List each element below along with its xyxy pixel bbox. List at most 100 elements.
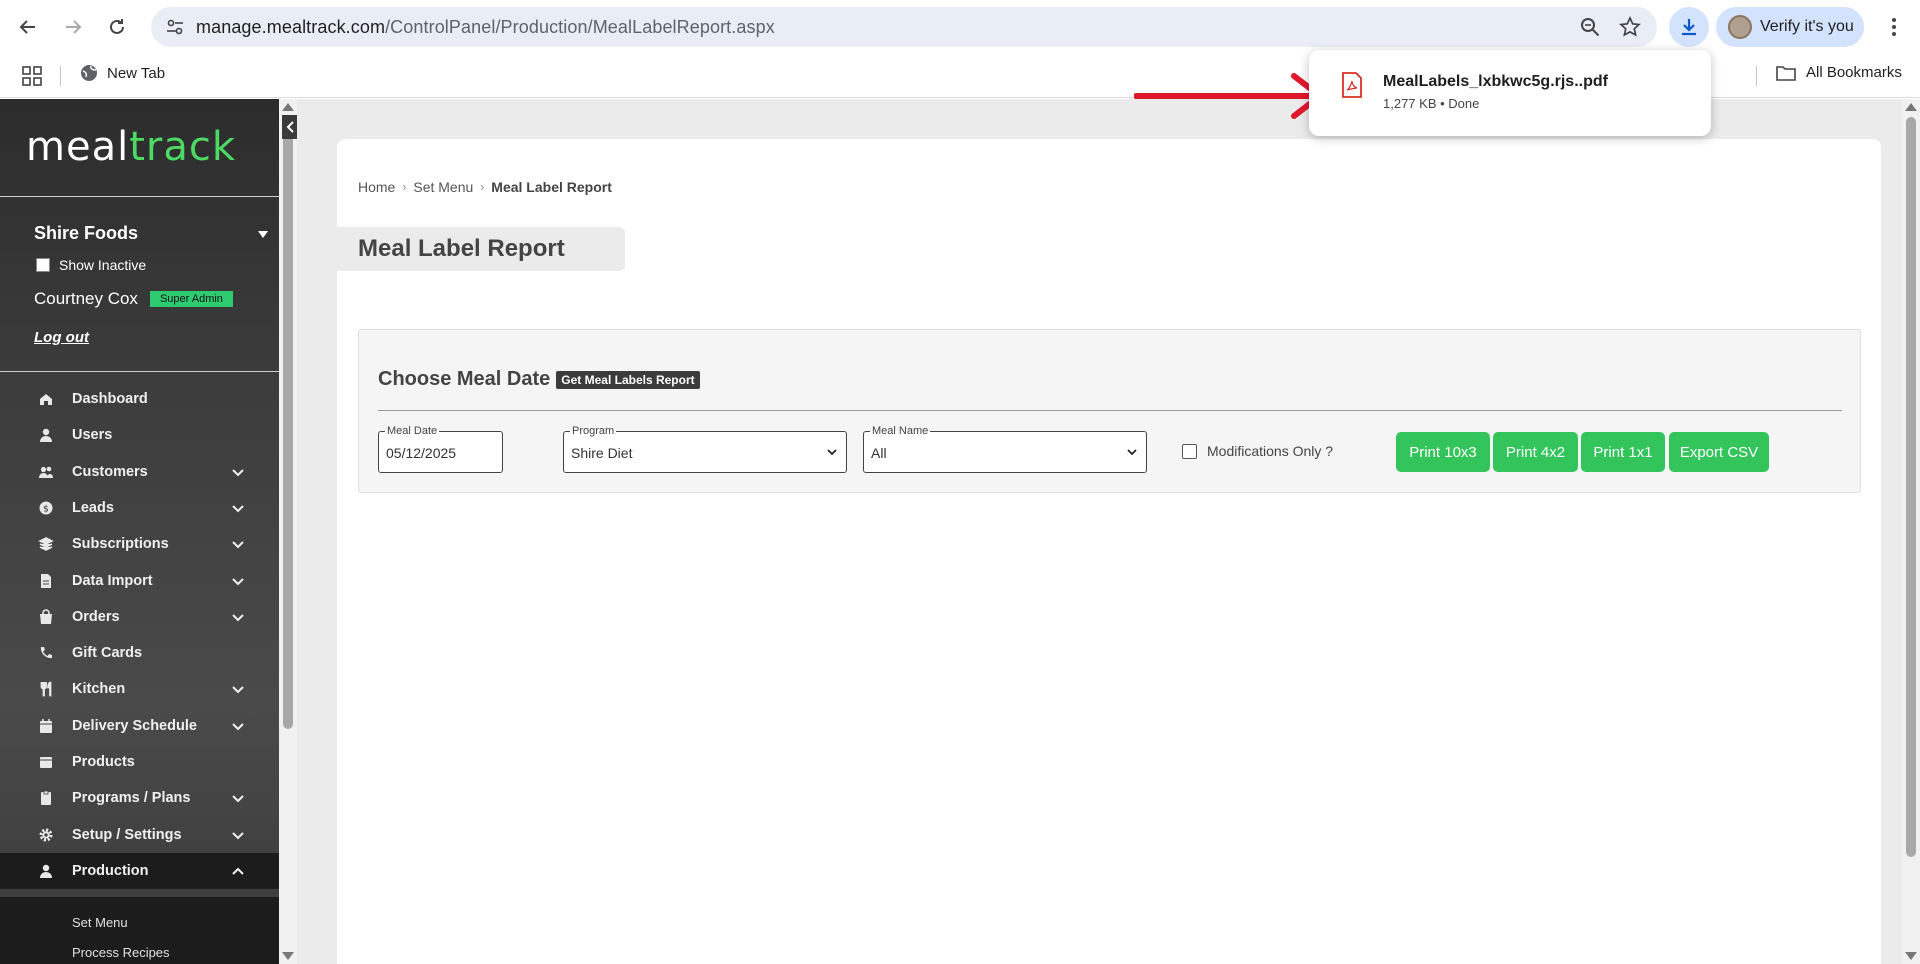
address-bar[interactable]: manage.mealtrack.com/ControlPanel/Produc… [151, 7, 1657, 47]
all-bookmarks-button[interactable]: All Bookmarks [1776, 64, 1902, 81]
scroll-up-icon[interactable] [1905, 103, 1917, 111]
panel-header: Choose Meal Date Get Meal Labels Report [378, 368, 700, 391]
chevron-down-icon[interactable] [231, 682, 245, 696]
sidebar-item-kitchen[interactable]: Kitchen [0, 671, 279, 707]
sidebar-item-label: Subscriptions [72, 536, 169, 553]
program-value: Shire Diet [571, 445, 633, 461]
program-select[interactable]: Program Shire Diet [563, 425, 847, 473]
downloads-button[interactable] [1669, 7, 1709, 47]
sidebar-divider [0, 196, 279, 197]
profile-label: Verify it's you [1760, 18, 1854, 35]
browser-toolbar: manage.mealtrack.com/ControlPanel/Produc… [0, 0, 1920, 54]
browser-menu-button[interactable] [1880, 13, 1908, 41]
svg-text:$: $ [43, 504, 49, 514]
modifications-only-toggle[interactable]: Modifications Only ? [1182, 443, 1333, 459]
calendar-icon [40, 718, 52, 733]
box-icon [40, 757, 52, 768]
modifications-only-label: Modifications Only ? [1207, 443, 1334, 459]
chevron-down-icon[interactable] [231, 537, 245, 551]
site-info-icon[interactable] [165, 17, 185, 37]
panel-divider [378, 410, 1842, 411]
meal-date-input[interactable]: Meal Date 05/12/2025 [378, 425, 503, 473]
meal-date-value: 05/12/2025 [386, 445, 457, 461]
chevron-down-icon[interactable] [231, 610, 245, 624]
print-1x1-button[interactable]: Print 1x1 [1581, 432, 1665, 472]
logout-link[interactable]: Log out [34, 329, 89, 346]
program-label: Program [570, 425, 617, 437]
organization-selector[interactable]: Shire Foods [34, 223, 138, 244]
show-inactive-checkbox[interactable] [36, 258, 50, 272]
avatar [1728, 15, 1752, 39]
apps-grid-icon[interactable] [20, 64, 44, 88]
home-icon [40, 394, 52, 405]
chevron-down-icon[interactable] [231, 574, 245, 588]
sidebar-item-programs-plans[interactable]: Programs / Plans [0, 780, 279, 816]
print-4x2-button[interactable]: Print 4x2 [1493, 432, 1578, 472]
bookmark-star-icon[interactable] [1619, 16, 1641, 38]
chevron-down-icon[interactable] [231, 465, 245, 479]
meal-name-select[interactable]: Meal Name All [863, 425, 1147, 473]
submenu-item-process-recipes[interactable]: Process Recipes [72, 945, 170, 960]
scroll-up-icon[interactable] [282, 103, 294, 111]
page-scrollbar[interactable] [1902, 99, 1920, 964]
scroll-down-icon[interactable] [282, 952, 294, 960]
sidebar-item-users[interactable]: Users [0, 417, 279, 453]
sidebar-item-data-import[interactable]: Data Import [0, 563, 279, 599]
chevron-down-icon[interactable] [231, 791, 245, 805]
back-button[interactable] [14, 13, 42, 41]
profile-button[interactable]: Verify it's you [1716, 7, 1864, 47]
sidebar-scroll-thumb[interactable] [283, 129, 293, 729]
reload-icon [110, 19, 124, 34]
reload-button[interactable] [103, 13, 131, 41]
current-user: Courtney Cox Super Admin [34, 289, 233, 309]
sidebar-item-label: Programs / Plans [72, 790, 191, 807]
globe-icon [81, 65, 97, 81]
gear-icon [39, 828, 53, 842]
chevron-down-icon[interactable] [231, 501, 245, 515]
bookmark-new-tab[interactable]: New Tab [80, 64, 165, 82]
sidebar-item-label: Setup / Settings [72, 826, 182, 843]
download-bubble: MealLabels_lxbkwc5g.rjs..pdf 1,277 KB • … [1309, 50, 1711, 136]
download-status: 1,277 KB • Done [1383, 96, 1480, 111]
sidebar-item-label: Users [72, 427, 113, 444]
page-title-box: Meal Label Report [337, 227, 625, 271]
collapse-sidebar-button[interactable] [282, 115, 298, 139]
mealtrack-logo[interactable]: mealtrack [26, 124, 236, 170]
sidebar-item-orders[interactable]: Orders [0, 599, 279, 635]
sidebar-item-customers[interactable]: Customers [0, 454, 279, 490]
url-text: manage.mealtrack.com/ControlPanel/Produc… [196, 17, 775, 37]
page-scroll-thumb[interactable] [1906, 117, 1916, 857]
show-inactive-label: Show Inactive [59, 257, 147, 273]
bookmark-new-tab-label: New Tab [107, 64, 166, 82]
sidebar-item-dashboard[interactable]: Dashboard [0, 381, 279, 417]
submenu-item-set-menu[interactable]: Set Menu [72, 915, 128, 930]
export-csv-button[interactable]: Export CSV [1669, 432, 1769, 472]
caret-down-icon[interactable] [258, 231, 268, 238]
pdf-file-icon [1342, 72, 1362, 98]
breadcrumb-home[interactable]: Home [358, 179, 395, 195]
zoom-icon[interactable] [1579, 16, 1601, 38]
breadcrumb-set-menu[interactable]: Set Menu [413, 179, 473, 195]
sidebar-item-products[interactable]: Products [0, 744, 279, 780]
forward-button[interactable] [59, 13, 87, 41]
sidebar-item-delivery-schedule[interactable]: Delivery Schedule [0, 708, 279, 744]
show-inactive-toggle[interactable]: Show Inactive [36, 257, 146, 273]
sidebar-item-leads[interactable]: $ Leads [0, 490, 279, 526]
download-filename[interactable]: MealLabels_lxbkwc5g.rjs..pdf [1383, 73, 1608, 91]
sidebar: mealtrack Shire Foods Show Inactive Cour… [0, 99, 279, 964]
print-10x3-button[interactable]: Print 10x3 [1396, 432, 1490, 472]
sidebar-scrollbar[interactable] [279, 99, 297, 964]
sidebar-item-production[interactable]: Production [0, 852, 279, 889]
sidebar-item-setup-settings[interactable]: Setup / Settings [0, 817, 279, 853]
chevron-down-icon[interactable] [231, 719, 245, 733]
chevron-up-icon[interactable] [231, 864, 245, 878]
sidebar-item-gift-cards[interactable]: Gift Cards [0, 635, 279, 671]
meal-name-value: All [871, 445, 887, 461]
scroll-down-icon[interactable] [1905, 952, 1917, 960]
chevron-right-icon: › [402, 180, 407, 194]
modifications-only-checkbox[interactable] [1182, 443, 1197, 459]
main-content: Home › Set Menu › Meal Label Report Meal… [297, 99, 1902, 964]
arrow-left-icon [19, 20, 35, 34]
chevron-down-icon[interactable] [231, 828, 245, 842]
sidebar-item-subscriptions[interactable]: Subscriptions [0, 526, 279, 562]
